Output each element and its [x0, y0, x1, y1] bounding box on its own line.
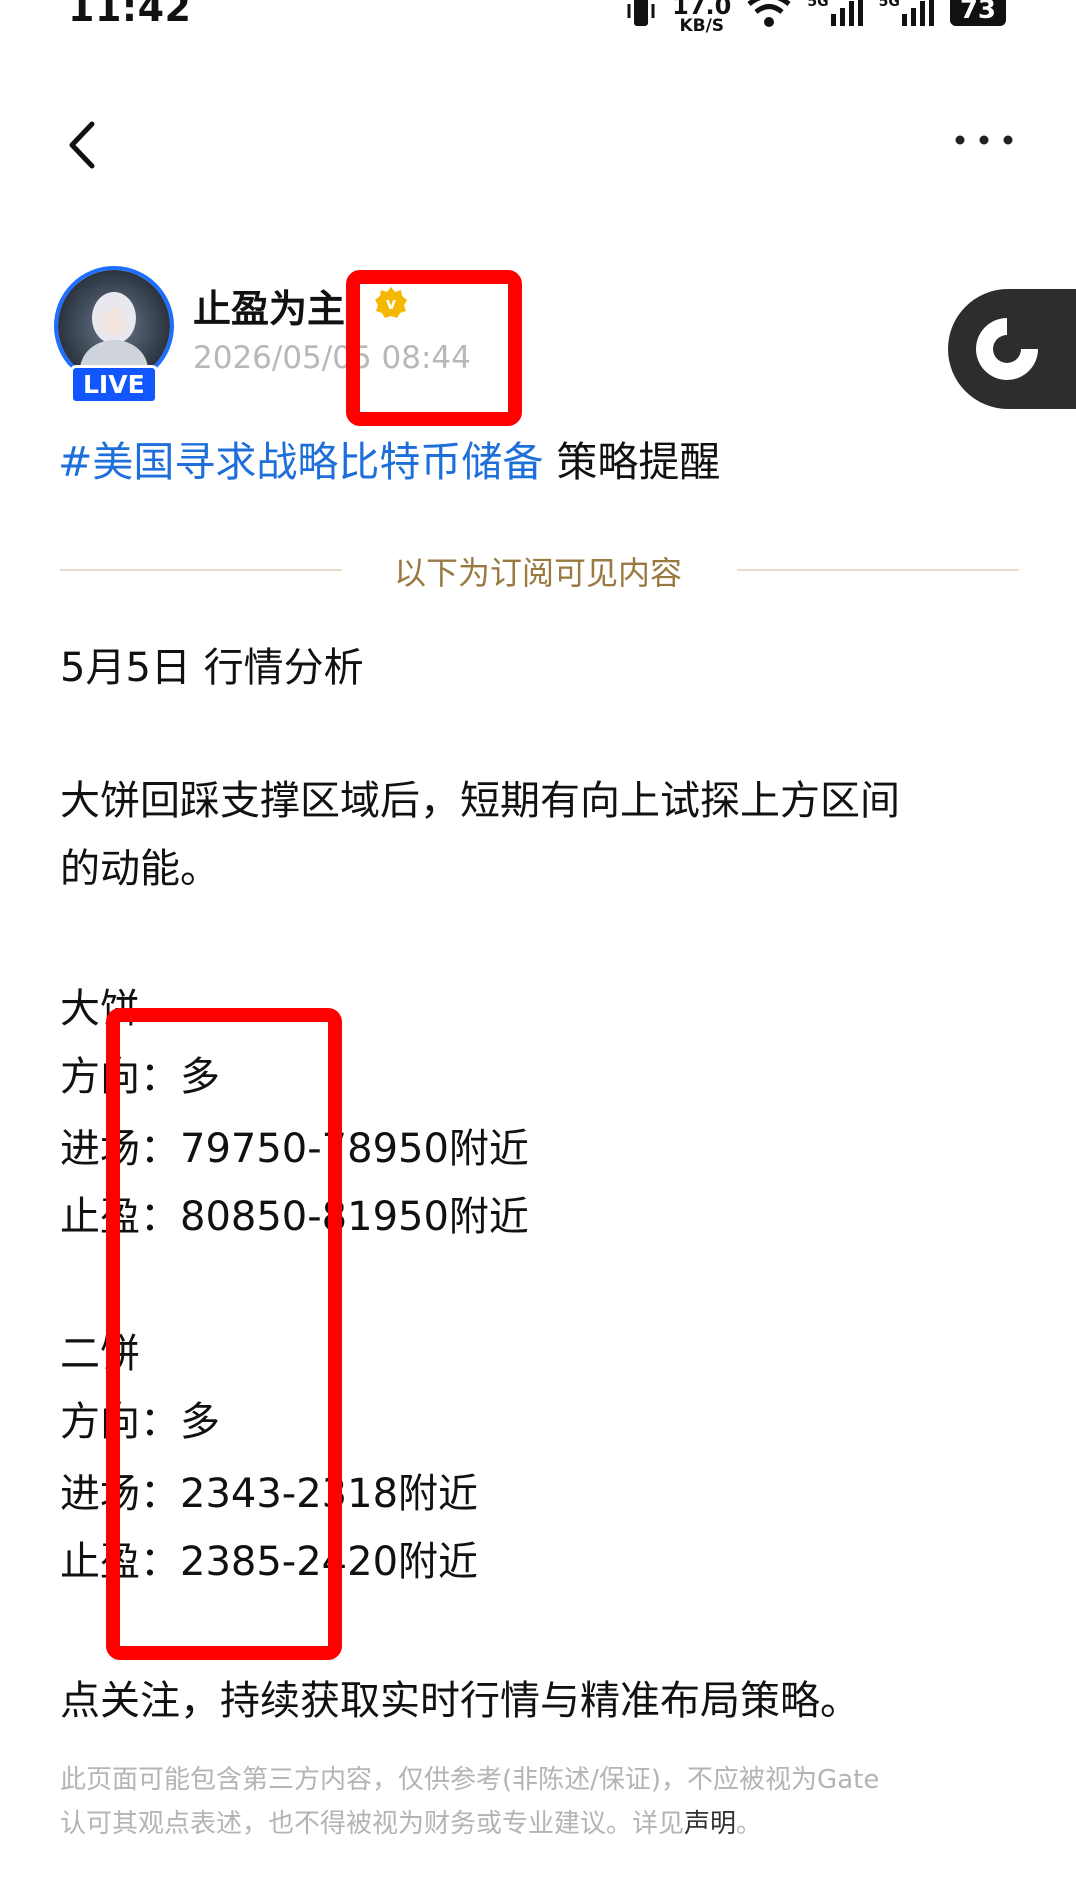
- analysis-line-2: 的动能。: [60, 846, 220, 892]
- vibrate-icon: [627, 0, 655, 26]
- call-to-action: 点关注，持续获取实时行情与精准布局策略。: [60, 1678, 860, 1724]
- chevron-left-icon[interactable]: [62, 120, 108, 170]
- net-speed: 17.0 KB/S: [672, 0, 732, 36]
- post-title: #美国寻求战略比特币储备 策略提醒: [58, 428, 720, 488]
- status-icons: 17.0 KB/S 5G 5G 73: [626, 0, 1006, 35]
- refresh-icon: [976, 318, 1038, 380]
- disclaimer-line-2: 认可其观点表述，也不得被视为财务或专业建议。详见声明。: [60, 1809, 763, 1839]
- signal-icon: [901, 0, 934, 26]
- more-icon[interactable]: [954, 130, 1014, 150]
- wifi-icon: [747, 0, 791, 27]
- annotation-box-values: [106, 1008, 342, 1660]
- disclaimer-line-1: 此页面可能包含第三方内容，仅供参考(非陈述/保证)，不应被视为Gate: [60, 1765, 880, 1795]
- hashtag-link[interactable]: #美国寻求战略比特币储备: [58, 438, 543, 486]
- live-badge: LIVE: [70, 365, 158, 404]
- status-time: 11:42: [68, 0, 192, 30]
- floating-action-button[interactable]: [948, 289, 1076, 409]
- battery-indicator: 73: [949, 0, 1006, 26]
- disclaimer: 此页面可能包含第三方内容，仅供参考(非陈述/保证)，不应被视为Gate 认可其观…: [60, 1758, 1020, 1846]
- title-suffix: 策略提醒: [543, 438, 721, 486]
- signal-1: 5G: [807, 0, 863, 26]
- author-name[interactable]: 止盈为主: [193, 278, 345, 333]
- subscriber-divider-label: 以下为订阅可见内容: [393, 554, 682, 592]
- statement-link[interactable]: 声明: [684, 1809, 736, 1839]
- signal-icon: [830, 0, 863, 26]
- post-heading: 5月5日 行情分析: [60, 645, 364, 691]
- analysis-line-1: 大饼回踩支撑区域后，短期有向上试探上方区间: [60, 778, 900, 824]
- annotation-box-time: [346, 270, 522, 426]
- signal-2: 5G: [879, 0, 934, 26]
